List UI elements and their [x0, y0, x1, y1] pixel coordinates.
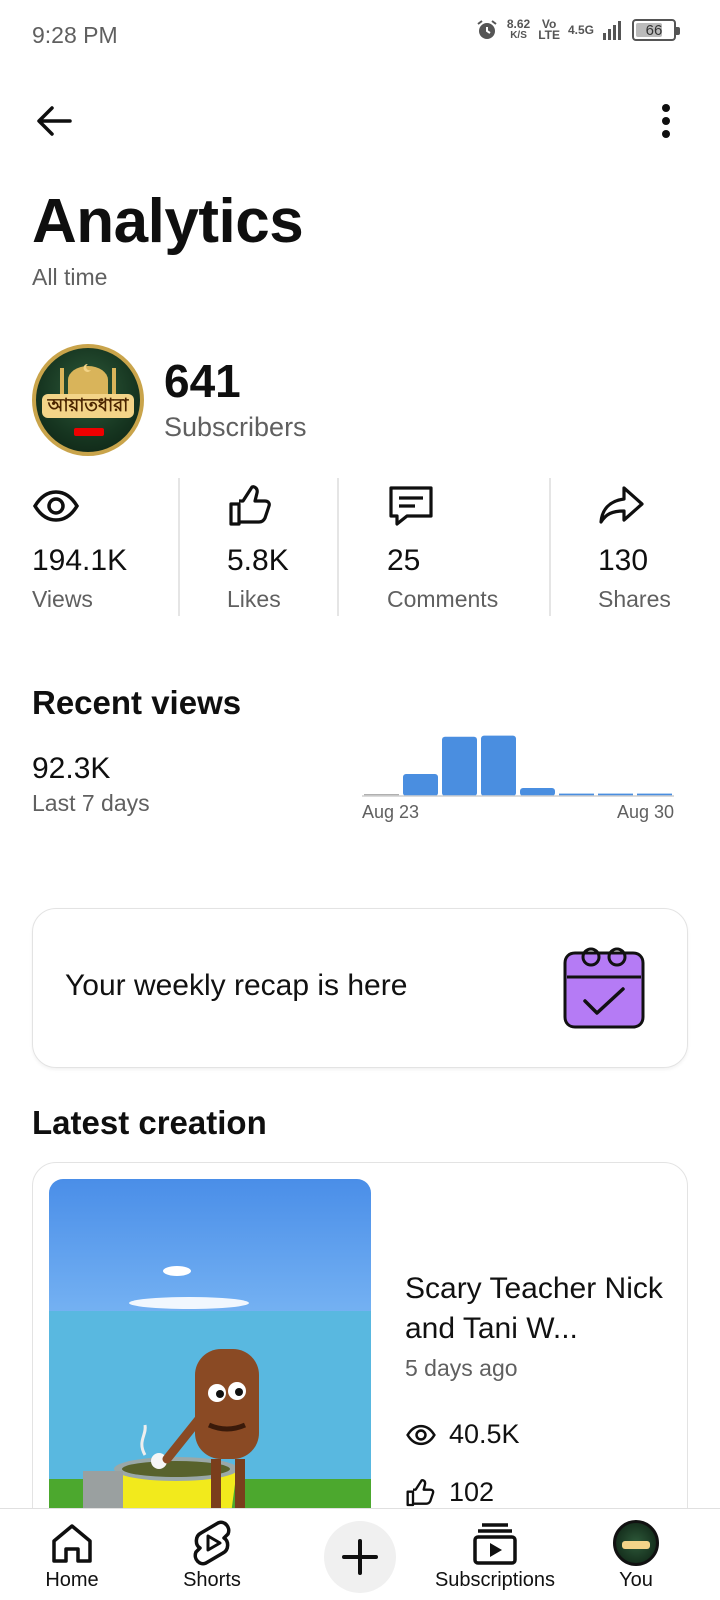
time-range-label: All time	[32, 264, 108, 290]
shorts-icon	[193, 1520, 231, 1566]
top-app-bar	[0, 85, 720, 155]
subscriptions-icon	[473, 1523, 517, 1565]
video-thumbnail[interactable]	[49, 1179, 371, 1559]
comment-icon	[389, 486, 433, 526]
arrow-left-icon	[37, 106, 72, 136]
nav-you[interactable]: You	[596, 1509, 676, 1600]
nav-subscriptions[interactable]: Subscriptions	[430, 1509, 560, 1600]
youtube-badge	[74, 428, 104, 436]
status-bar: 9:28 PM 8.62 K/S Vo LTE 4.5G 66	[0, 0, 720, 72]
video-likes-stat: 102	[405, 1477, 494, 1508]
latest-creation-card[interactable]: Scary Teacher Nick and Tani W... 5 days …	[32, 1162, 688, 1562]
volte-indicator: Vo LTE	[538, 17, 560, 42]
chart-bar	[520, 788, 555, 796]
eye-icon	[32, 490, 80, 522]
calendar-check-icon	[563, 947, 645, 1029]
create-button[interactable]	[324, 1521, 396, 1593]
thumbs-up-icon	[406, 1478, 435, 1506]
chart-bar	[481, 735, 516, 796]
metrics-row: 194.1K Views 5.8K Likes 25 Comments 130 …	[0, 478, 720, 618]
nav-shorts[interactable]: Shorts	[162, 1509, 262, 1600]
metric-divider	[337, 478, 339, 616]
net-speed: 8.62 K/S	[506, 17, 531, 41]
recent-views-period: Last 7 days	[32, 790, 150, 816]
plus-icon	[342, 1539, 378, 1575]
metric-divider	[549, 478, 551, 616]
chart-tick-label: Aug 30	[617, 802, 674, 822]
channel-avatar[interactable]: আয়াতধারা	[32, 344, 144, 456]
chart-bar	[403, 774, 438, 796]
battery-indicator: 66	[632, 19, 680, 41]
subscriber-label: Subscribers	[164, 412, 307, 442]
chart-bar	[442, 736, 477, 796]
nav-home[interactable]: Home	[22, 1509, 122, 1600]
profile-avatar	[613, 1520, 659, 1566]
network-type: 4.5G	[567, 22, 594, 37]
bottom-navigation: Home Shorts Subscriptions You	[0, 1508, 720, 1600]
home-icon	[52, 1524, 92, 1563]
latest-creation-title: Latest creation	[32, 1104, 267, 1141]
chart-tick-label: Aug 23	[362, 802, 419, 822]
eye-icon	[406, 1424, 436, 1445]
thumbs-up-icon	[229, 485, 271, 526]
more-vertical-icon	[662, 104, 670, 138]
signal-icon	[603, 21, 621, 40]
share-icon	[599, 486, 644, 524]
status-time: 9:28 PM	[32, 22, 118, 48]
video-views-stat: 40.5K	[405, 1419, 520, 1450]
more-options-button[interactable]	[648, 97, 684, 145]
avatar-banner-text: আয়াতধারা	[42, 394, 134, 418]
recent-views-chart[interactable]: Aug 23 Aug 30	[360, 730, 690, 840]
weekly-recap-card[interactable]: Your weekly recap is here	[32, 908, 688, 1068]
video-published-ago: 5 days ago	[405, 1355, 518, 1381]
thumbnail-image	[49, 1266, 371, 1559]
recent-views-value: 92.3K	[32, 752, 111, 785]
recap-text: Your weekly recap is here	[65, 969, 408, 1002]
back-button[interactable]	[30, 97, 78, 145]
video-title[interactable]: Scary Teacher Nick and Tani W...	[405, 1269, 675, 1349]
recent-views-title: Recent views	[32, 684, 242, 721]
page-title: Analytics	[32, 187, 304, 256]
subscriber-count: 641	[164, 355, 241, 407]
status-icons: 8.62 K/S Vo LTE 4.5G 66	[475, 17, 680, 42]
metric-divider	[178, 478, 180, 616]
alarm-icon	[477, 20, 497, 39]
